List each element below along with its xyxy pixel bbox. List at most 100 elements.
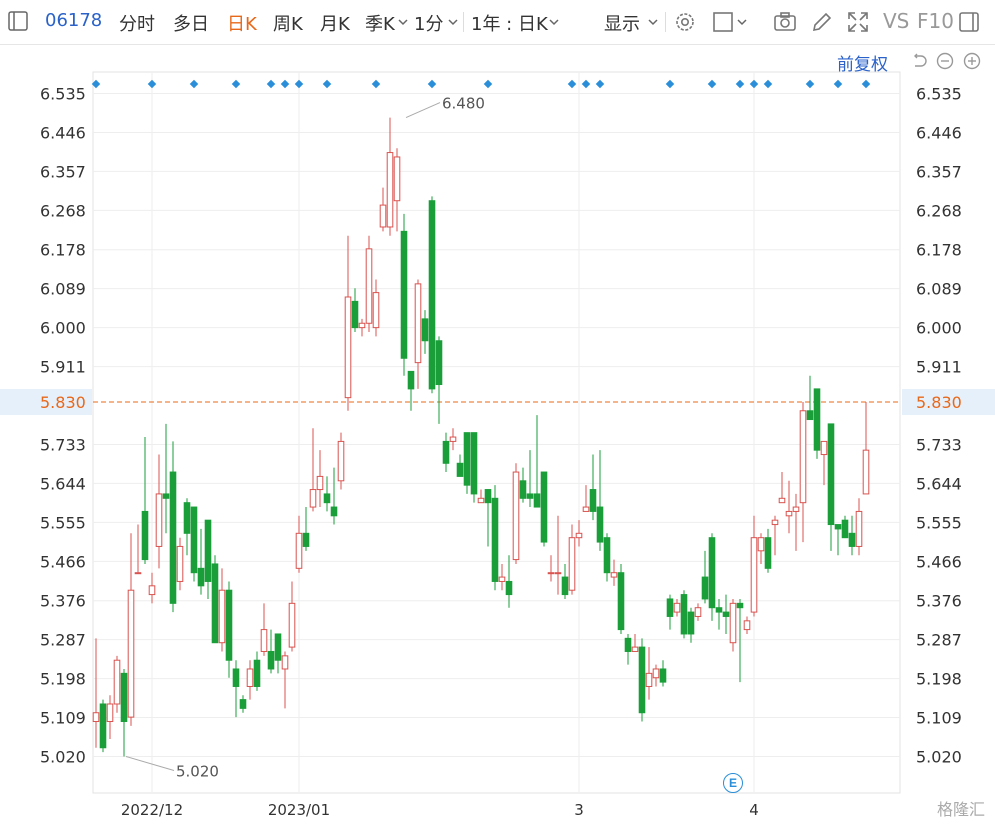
candle[interactable]: [827, 423, 835, 551]
candle[interactable]: [337, 432, 345, 490]
candle[interactable]: [561, 563, 569, 599]
candle[interactable]: [253, 651, 261, 691]
candle[interactable]: [218, 568, 226, 652]
candle[interactable]: [547, 555, 555, 582]
candle[interactable]: [484, 489, 492, 547]
candle[interactable]: [148, 572, 156, 604]
candle[interactable]: [848, 515, 856, 556]
candle[interactable]: [176, 537, 184, 591]
candle[interactable]: [666, 594, 674, 630]
candle[interactable]: [421, 310, 429, 354]
candle[interactable]: [477, 489, 485, 504]
candle[interactable]: [729, 598, 737, 652]
candle[interactable]: [680, 590, 688, 639]
candle[interactable]: [862, 402, 870, 495]
candle[interactable]: [659, 660, 667, 687]
candle[interactable]: [743, 616, 751, 634]
candle[interactable]: [491, 485, 499, 591]
candle[interactable]: [463, 432, 471, 494]
candle[interactable]: [785, 480, 793, 534]
candle[interactable]: [162, 423, 170, 534]
candle[interactable]: [841, 515, 849, 539]
candle[interactable]: [267, 629, 275, 674]
candle[interactable]: [687, 607, 695, 643]
candle[interactable]: [393, 148, 401, 232]
candle[interactable]: [330, 467, 338, 525]
candle[interactable]: [694, 603, 702, 621]
candle[interactable]: [610, 559, 618, 586]
candle[interactable]: [407, 370, 415, 411]
candle[interactable]: [631, 633, 639, 652]
candle[interactable]: [99, 699, 107, 753]
candle[interactable]: [113, 655, 121, 713]
candle[interactable]: [92, 638, 100, 748]
candle[interactable]: [617, 563, 625, 634]
event-badge[interactable]: E: [723, 773, 743, 793]
candle[interactable]: [106, 695, 114, 739]
candle[interactable]: [771, 515, 779, 556]
candle[interactable]: [400, 213, 408, 376]
candle[interactable]: [351, 288, 359, 333]
candle[interactable]: [673, 598, 681, 617]
candle[interactable]: [750, 515, 758, 617]
candle[interactable]: [190, 506, 198, 582]
candle[interactable]: [554, 515, 562, 595]
candle[interactable]: [596, 450, 604, 551]
candle[interactable]: [127, 533, 135, 726]
candle[interactable]: [736, 598, 744, 683]
candle[interactable]: [344, 235, 352, 411]
candle[interactable]: [568, 524, 576, 595]
candle[interactable]: [764, 528, 772, 573]
candle[interactable]: [442, 432, 450, 473]
candle[interactable]: [141, 437, 149, 564]
candle[interactable]: [533, 415, 541, 508]
candle[interactable]: [498, 563, 506, 591]
candle[interactable]: [428, 196, 436, 394]
candle[interactable]: [449, 428, 457, 451]
candle[interactable]: [260, 603, 268, 656]
candle[interactable]: [211, 555, 219, 644]
candle[interactable]: [246, 660, 254, 700]
candle[interactable]: [624, 633, 632, 665]
candle[interactable]: [470, 432, 478, 503]
candle[interactable]: [512, 463, 520, 564]
candle[interactable]: [386, 117, 394, 236]
candle[interactable]: [232, 660, 240, 718]
candle[interactable]: [820, 440, 828, 486]
candle[interactable]: [316, 450, 324, 508]
candle[interactable]: [715, 598, 723, 630]
candle[interactable]: [183, 498, 191, 556]
candle[interactable]: [652, 664, 660, 687]
candle[interactable]: [645, 647, 653, 700]
candle[interactable]: [155, 454, 163, 569]
candle[interactable]: [708, 533, 716, 621]
candle[interactable]: [575, 520, 583, 547]
candle[interactable]: [295, 515, 303, 573]
candle[interactable]: [638, 638, 646, 722]
candle[interactable]: [589, 454, 597, 521]
candle[interactable]: [757, 533, 765, 564]
candle[interactable]: [701, 550, 709, 604]
candle[interactable]: [582, 485, 590, 512]
candle[interactable]: [526, 450, 534, 508]
candle[interactable]: [358, 318, 366, 337]
candle[interactable]: [274, 633, 282, 674]
candle[interactable]: [323, 476, 331, 512]
candle[interactable]: [505, 555, 513, 608]
candle[interactable]: [806, 375, 814, 421]
candle[interactable]: [372, 279, 380, 337]
candle[interactable]: [855, 498, 863, 556]
candle[interactable]: [603, 533, 611, 582]
candle[interactable]: [834, 524, 842, 556]
candle[interactable]: [540, 471, 548, 547]
candle[interactable]: [778, 472, 786, 504]
candle[interactable]: [379, 187, 387, 232]
candle[interactable]: [435, 336, 443, 424]
candle[interactable]: [799, 402, 807, 543]
candle[interactable]: [813, 388, 821, 459]
candle[interactable]: [456, 454, 464, 477]
candle[interactable]: [302, 507, 310, 551]
candle[interactable]: [288, 581, 296, 652]
candle[interactable]: [365, 235, 373, 333]
candle[interactable]: [120, 668, 128, 757]
